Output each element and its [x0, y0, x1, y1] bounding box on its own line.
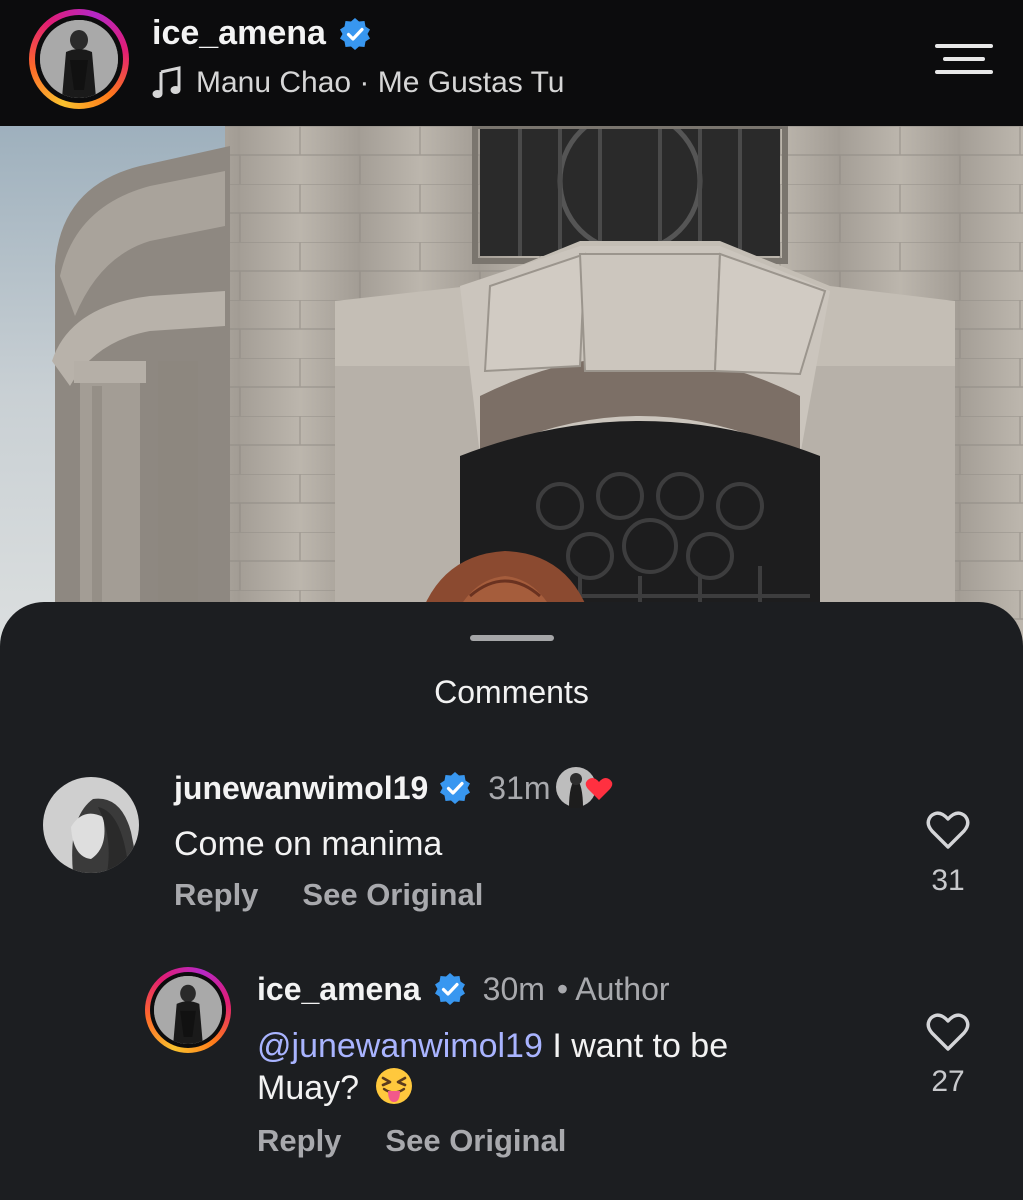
comment-header: junewanwimol19 31m	[174, 766, 551, 810]
reply-text-line1: I want to be	[542, 1027, 729, 1065]
like-count: 27	[931, 1065, 965, 1098]
reply-username[interactable]: ice_amena	[257, 971, 421, 1008]
post-photo[interactable]	[0, 126, 1023, 666]
heart-icon[interactable]	[926, 810, 970, 850]
reply-timestamp: 30m	[482, 970, 545, 1007]
heart-icon[interactable]	[926, 1012, 970, 1052]
see-original-button[interactable]: See Original	[302, 877, 483, 913]
sheet-drag-handle[interactable]	[470, 635, 554, 641]
verified-badge-icon	[438, 771, 472, 805]
music-info[interactable]: Manu Chao · Me Gustas Tu	[152, 66, 565, 100]
reply-button[interactable]: Reply	[257, 1123, 341, 1159]
comment-avatar[interactable]	[43, 777, 139, 873]
verified-badge-icon	[433, 972, 467, 1006]
post-header: ice_amena Manu Chao · Me Gustas Tu	[0, 0, 1023, 126]
comment-text: Come on manima	[174, 825, 443, 863]
like-count: 31	[931, 864, 965, 897]
comment-timestamp: 31m	[488, 769, 551, 806]
comments-sheet: Comments junewanwimol19 31m Come on mani…	[0, 602, 1023, 1200]
reply-actions: Reply See Original	[257, 1123, 566, 1159]
mention-link[interactable]: @junewanwimol19	[257, 1027, 543, 1065]
menu-icon[interactable]	[935, 44, 993, 74]
sheet-title: Comments	[434, 674, 589, 710]
comment-actions: Reply See Original	[174, 877, 483, 913]
music-title[interactable]: Manu Chao · Me Gustas Tu	[196, 66, 565, 100]
avatar-image	[40, 20, 118, 98]
comment-username[interactable]: junewanwimol19	[174, 770, 428, 807]
reply-text-line2: Muay?	[257, 1069, 360, 1107]
music-note-icon	[152, 66, 182, 100]
see-original-button[interactable]: See Original	[385, 1123, 566, 1159]
squinting-tongue-emoji-icon	[375, 1067, 413, 1105]
reply-button[interactable]: Reply	[174, 877, 258, 913]
reply-text: @junewanwimol19 I want to be Muay?	[257, 1025, 728, 1109]
avatar-image	[154, 976, 222, 1044]
reply-header: ice_amena 30m • Author	[257, 967, 670, 1011]
reply-avatar[interactable]	[145, 967, 231, 1053]
liked-by-author-icon	[555, 766, 615, 808]
header-username-row[interactable]: ice_amena	[152, 14, 372, 53]
author-badge: • Author	[556, 970, 670, 1007]
header-avatar[interactable]	[29, 9, 129, 109]
verified-badge-icon	[338, 17, 372, 51]
header-username[interactable]: ice_amena	[152, 14, 326, 53]
